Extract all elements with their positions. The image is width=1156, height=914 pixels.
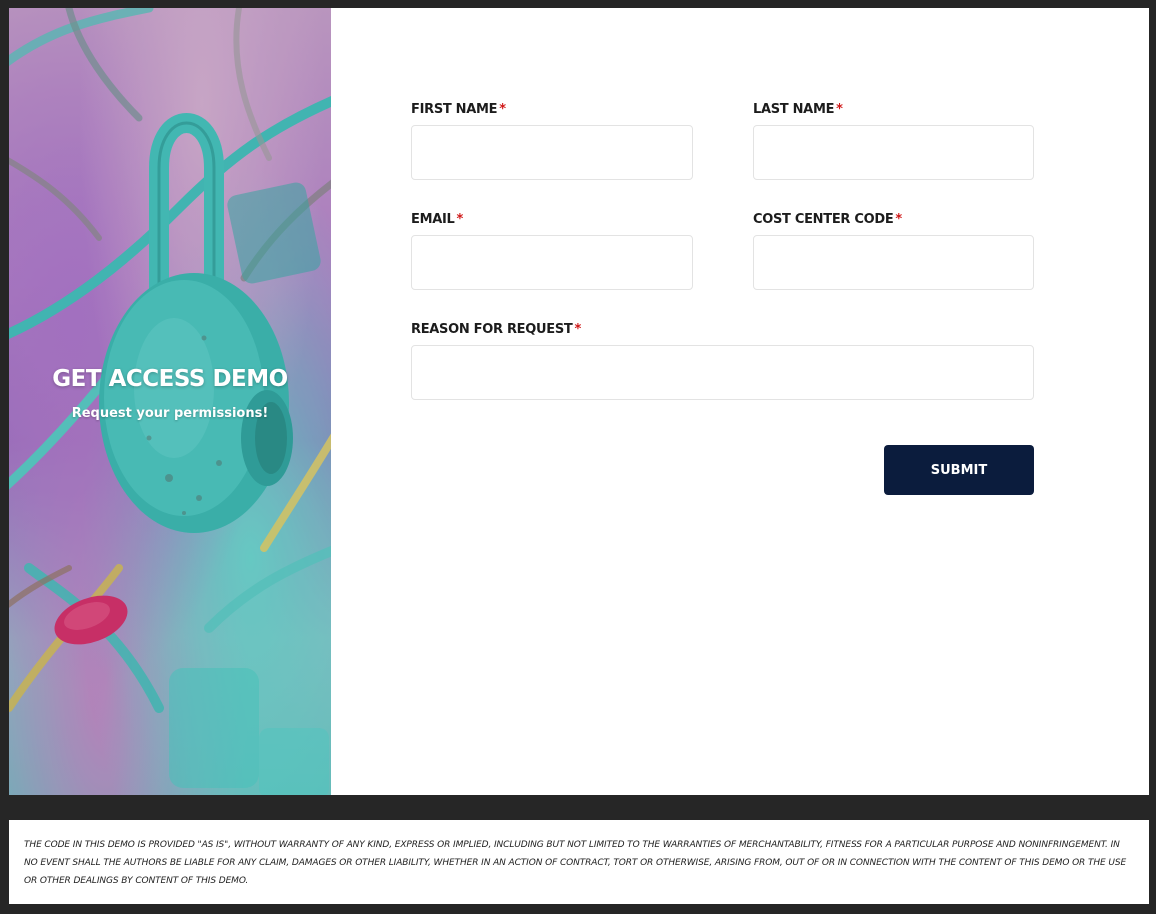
first-name-field: FIRST NAME * — [411, 102, 693, 180]
reason-for-request-label-text: REASON FOR REQUEST — [411, 322, 573, 337]
required-marker: * — [499, 102, 506, 117]
cost-center-code-label: COST CENTER CODE * — [753, 212, 1034, 232]
email-field: EMAIL * — [411, 212, 693, 290]
required-marker: * — [574, 322, 581, 337]
request-form: FIRST NAME * LAST NAME * EMAIL * COST CENTE… — [331, 8, 1149, 795]
hero-panel: GET ACCESS DEMO Request your permissions… — [9, 8, 331, 795]
last-name-input[interactable] — [753, 125, 1034, 180]
email-label: EMAIL * — [411, 212, 693, 232]
reason-for-request-field: REASON FOR REQUEST * — [411, 322, 1034, 400]
hero-text: GET ACCESS DEMO Request your permissions… — [9, 366, 331, 421]
first-name-label: FIRST NAME * — [411, 102, 693, 122]
hero-title: GET ACCESS DEMO — [52, 366, 288, 392]
last-name-label: LAST NAME * — [753, 102, 1034, 122]
access-demo-card: GET ACCESS DEMO Request your permissions… — [9, 8, 1149, 795]
reason-for-request-label: REASON FOR REQUEST * — [411, 322, 1034, 342]
last-name-field: LAST NAME * — [753, 102, 1034, 180]
reason-for-request-input[interactable] — [411, 345, 1034, 400]
cost-center-code-label-text: COST CENTER CODE — [753, 212, 894, 227]
first-name-label-text: FIRST NAME — [411, 102, 498, 117]
cost-center-code-field: COST CENTER CODE * — [753, 212, 1034, 290]
cost-center-code-input[interactable] — [753, 235, 1034, 290]
email-input[interactable] — [411, 235, 693, 290]
last-name-label-text: LAST NAME — [753, 102, 835, 117]
required-marker: * — [456, 212, 464, 227]
hero-subtitle: Request your permissions! — [71, 406, 269, 421]
first-name-input[interactable] — [411, 125, 693, 180]
submit-button[interactable]: SUBMIT — [884, 445, 1034, 495]
required-marker: * — [895, 212, 902, 227]
required-marker: * — [836, 102, 843, 117]
disclaimer-panel: THE CODE IN THIS DEMO IS PROVIDED "AS IS… — [9, 820, 1149, 904]
disclaimer-text: THE CODE IN THIS DEMO IS PROVIDED "AS IS… — [24, 840, 1127, 886]
email-label-text: EMAIL — [411, 212, 455, 227]
